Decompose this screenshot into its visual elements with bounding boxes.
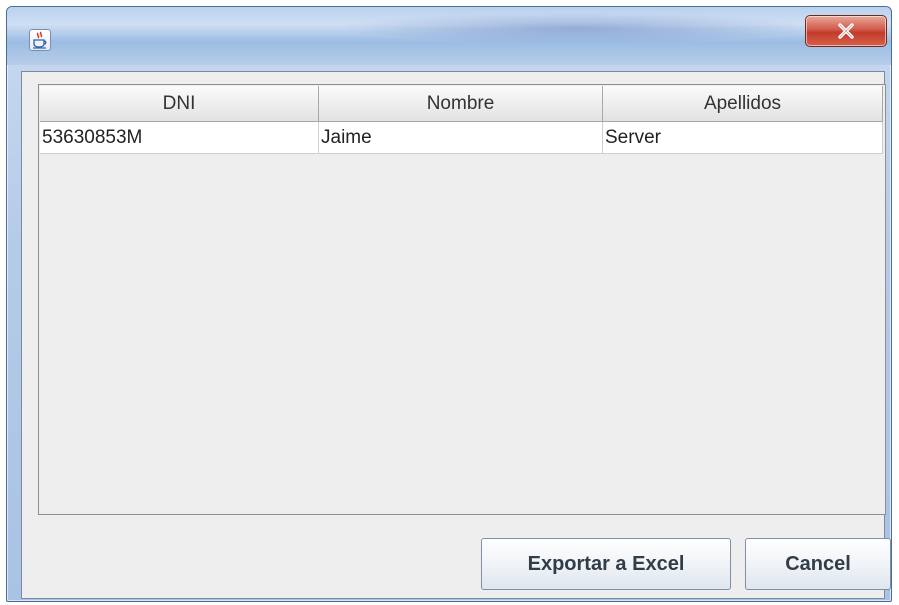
- cell-dni[interactable]: 53630853M: [40, 122, 319, 154]
- dialog-content: DNI Nombre Apellidos 53630853M Jaime Ser…: [21, 71, 891, 599]
- cell-apellidos[interactable]: Server: [603, 122, 883, 154]
- java-coffee-cup-icon[interactable]: [29, 29, 51, 51]
- dialog-window: DNI Nombre Apellidos 53630853M Jaime Ser…: [6, 6, 892, 602]
- cell-nombre[interactable]: Jaime: [319, 122, 603, 154]
- title-bar-glow: [337, 13, 817, 43]
- title-bar[interactable]: [7, 7, 891, 65]
- data-table: DNI Nombre Apellidos 53630853M Jaime Ser…: [40, 86, 883, 154]
- column-header-apellidos[interactable]: Apellidos: [603, 86, 883, 122]
- column-header-nombre[interactable]: Nombre: [319, 86, 603, 122]
- table-row[interactable]: 53630853M Jaime Server: [40, 122, 883, 154]
- table-header: DNI Nombre Apellidos: [40, 86, 883, 122]
- column-header-dni[interactable]: DNI: [40, 86, 319, 122]
- close-button[interactable]: [805, 15, 887, 47]
- cancel-button[interactable]: Cancel: [745, 538, 891, 590]
- close-icon: [838, 23, 854, 39]
- export-to-excel-button[interactable]: Exportar a Excel: [481, 538, 731, 590]
- table-scroll-pane[interactable]: DNI Nombre Apellidos 53630853M Jaime Ser…: [38, 84, 886, 515]
